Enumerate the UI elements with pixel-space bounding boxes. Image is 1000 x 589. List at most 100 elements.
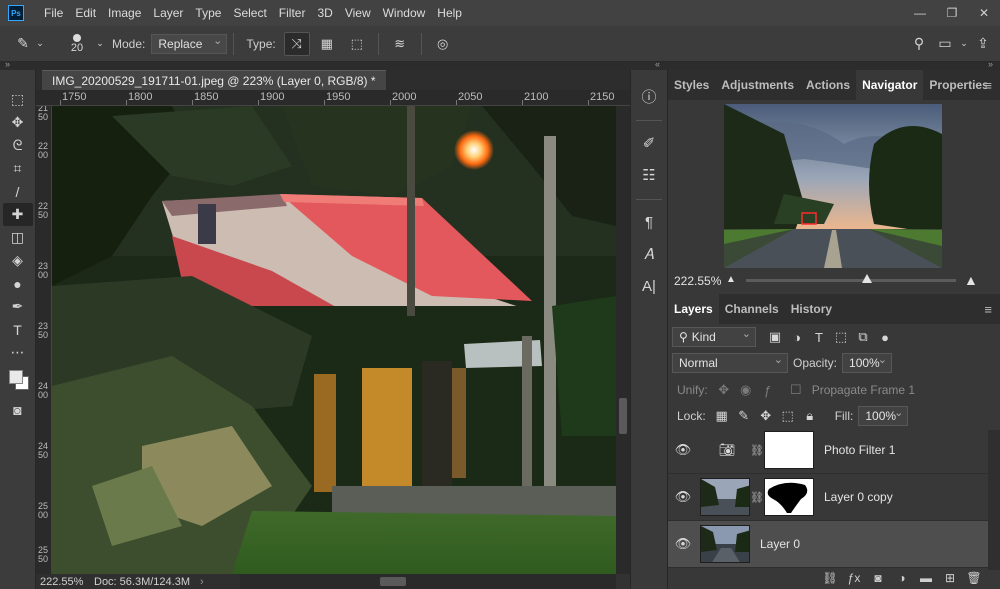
share-icon[interactable]: ⇪ — [970, 32, 996, 54]
chevron-right-icon[interactable]: › — [200, 576, 204, 588]
search-icon[interactable]: ⚲ — [906, 32, 932, 54]
filter-smart-object-icon[interactable]: ⧉ — [852, 329, 874, 345]
navigator-preview[interactable] — [724, 104, 942, 268]
workspace-icon[interactable]: ▭ — [932, 32, 958, 54]
vertical-scroll-thumb[interactable] — [619, 398, 627, 434]
unify-visibility-icon[interactable]: ◉ — [735, 382, 757, 398]
navigator-zoom-value[interactable]: 222.55% — [674, 274, 721, 288]
layer-row-layer-0[interactable]: 👁︎ Layer 0 — [668, 521, 988, 568]
type-tool-icon[interactable]: T — [3, 318, 33, 341]
propagate-checkbox[interactable]: ☐ — [785, 382, 807, 398]
move-tool-icon[interactable]: ✥ — [3, 111, 33, 134]
content-aware-icon[interactable]: ⤨ — [283, 31, 310, 56]
mode-select[interactable]: Replace — [151, 32, 228, 54]
menu-edit[interactable]: Edit — [69, 0, 102, 26]
layer-mask-thumbnail[interactable] — [764, 431, 814, 469]
navigator-zoom-slider[interactable] — [746, 274, 956, 283]
brush-preset-picker[interactable]: 20 — [60, 33, 94, 54]
filter-type-icon[interactable]: T — [808, 330, 830, 345]
new-layer-icon[interactable]: ⊞ — [938, 571, 962, 585]
tab-adjustments[interactable]: Adjustments — [715, 70, 800, 100]
opacity-input[interactable]: 100% — [842, 351, 893, 373]
pen-tool-icon[interactable]: ✒ — [3, 295, 33, 318]
pressure-size-icon[interactable]: ◎ — [430, 32, 456, 56]
restore-icon[interactable]: ❐ — [936, 6, 968, 20]
glyphs-icon[interactable]: A| — [634, 272, 664, 300]
brush-tool-icon[interactable]: / — [3, 180, 33, 203]
layer-name[interactable]: Layer 0 copy — [824, 490, 893, 504]
unify-style-icon[interactable]: ƒ — [757, 383, 779, 398]
color-swatches[interactable] — [3, 366, 33, 394]
character-icon[interactable]: 𝐴 — [634, 240, 664, 268]
layer-row-photo-filter[interactable]: 👁︎ 📷︎ ⛓ Photo Filter 1 — [668, 427, 988, 474]
layer-thumbnail[interactable] — [700, 525, 750, 563]
zoom-out-icon[interactable]: ▲ — [726, 274, 736, 285]
close-icon[interactable]: ✕ — [968, 6, 1000, 20]
chevron-down-icon[interactable]: ⌄ — [34, 33, 46, 55]
panel-menu-icon[interactable]: ≡ — [984, 302, 992, 317]
document-canvas[interactable] — [52, 106, 616, 574]
blend-mode-select[interactable]: Normal — [672, 351, 788, 373]
visibility-eye-icon[interactable]: 👁︎ — [668, 536, 698, 552]
filter-shape-icon[interactable]: ⬚ — [830, 329, 852, 345]
lock-position-icon[interactable]: ✥ — [755, 408, 777, 424]
tab-actions[interactable]: Actions — [800, 70, 856, 100]
filter-pixel-icon[interactable]: ▣ — [764, 329, 786, 345]
lock-pixels-icon[interactable]: ✎ — [733, 408, 755, 424]
horizontal-scroll-thumb[interactable] — [380, 577, 406, 586]
layer-style-icon[interactable]: ƒx — [842, 571, 866, 585]
menu-view[interactable]: View — [339, 0, 377, 26]
tab-styles[interactable]: Styles — [668, 70, 715, 100]
chevron-down-icon[interactable]: ⌄ — [958, 32, 970, 54]
info-icon[interactable]: ⓘ — [634, 82, 664, 110]
filter-adjustment-icon[interactable]: ◑ — [786, 330, 808, 345]
layer-row-layer-0-copy[interactable]: 👁︎ ⛓ Layer 0 copy — [668, 474, 988, 521]
vertical-scrollbar[interactable] — [616, 106, 630, 574]
expand-icon[interactable]: » — [5, 59, 10, 69]
document-tab[interactable]: IMG_20200529_191711-01.jpeg @ 223% (Laye… — [42, 70, 386, 90]
new-group-icon[interactable]: ▬ — [914, 571, 938, 585]
brush-settings-icon[interactable]: ✐ — [634, 129, 664, 157]
menu-3d[interactable]: 3D — [311, 0, 338, 26]
layer-mask-thumbnail[interactable] — [764, 478, 814, 516]
menu-select[interactable]: Select — [227, 0, 272, 26]
add-mask-icon[interactable]: ◙ — [866, 571, 890, 585]
unify-position-icon[interactable]: ✥ — [713, 382, 735, 398]
proximity-match-icon[interactable]: ⬚ — [344, 32, 370, 56]
menu-layer[interactable]: Layer — [147, 0, 189, 26]
paragraph-icon[interactable]: ¶ — [634, 208, 664, 236]
layer-kind-filter[interactable]: ⚲ Kind — [672, 325, 756, 347]
link-icon[interactable]: ⛓ — [750, 444, 764, 457]
menu-file[interactable]: File — [38, 0, 69, 26]
layer-name[interactable]: Layer 0 — [760, 537, 800, 551]
menu-type[interactable]: Type — [189, 0, 227, 26]
collapse-icon[interactable]: » — [988, 59, 993, 69]
link-layers-icon[interactable]: ⛓ — [818, 571, 842, 585]
layer-name[interactable]: Photo Filter 1 — [824, 443, 895, 457]
paint-bucket-tool-icon[interactable]: ◈ — [3, 249, 33, 272]
zoom-slider-knob[interactable] — [862, 274, 872, 283]
tab-navigator[interactable]: Navigator — [856, 70, 924, 100]
tab-properties[interactable]: Properties — [923, 70, 987, 100]
lock-all-icon[interactable]: 🔒︎ — [799, 408, 821, 424]
visibility-eye-icon[interactable]: 👁︎ — [668, 442, 698, 458]
quick-mask-icon[interactable]: ◙ — [3, 398, 33, 421]
lock-transparent-icon[interactable]: ▦ — [711, 408, 733, 424]
panel-menu-icon[interactable]: ≡ — [984, 78, 992, 93]
status-zoom[interactable]: 222.55% — [36, 576, 84, 588]
blur-tool-icon[interactable]: ● — [3, 272, 33, 295]
lock-artboard-icon[interactable]: ⬚ — [777, 408, 799, 424]
menu-image[interactable]: Image — [102, 0, 147, 26]
brush-presets-icon[interactable]: ☷ — [634, 161, 664, 189]
menu-help[interactable]: Help — [431, 0, 468, 26]
menu-window[interactable]: Window — [377, 0, 432, 26]
layer-thumbnail[interactable] — [700, 478, 750, 516]
tab-layers[interactable]: Layers — [668, 294, 719, 324]
menu-filter[interactable]: Filter — [273, 0, 312, 26]
filter-toggle-icon[interactable]: ● — [874, 330, 896, 345]
create-texture-icon[interactable]: ▦ — [314, 32, 340, 56]
delete-layer-icon[interactable]: 🗑︎ — [962, 571, 986, 585]
visibility-eye-icon[interactable]: 👁︎ — [668, 489, 698, 505]
tab-history[interactable]: History — [785, 294, 838, 324]
zoom-in-icon[interactable]: ▲ — [964, 272, 978, 288]
